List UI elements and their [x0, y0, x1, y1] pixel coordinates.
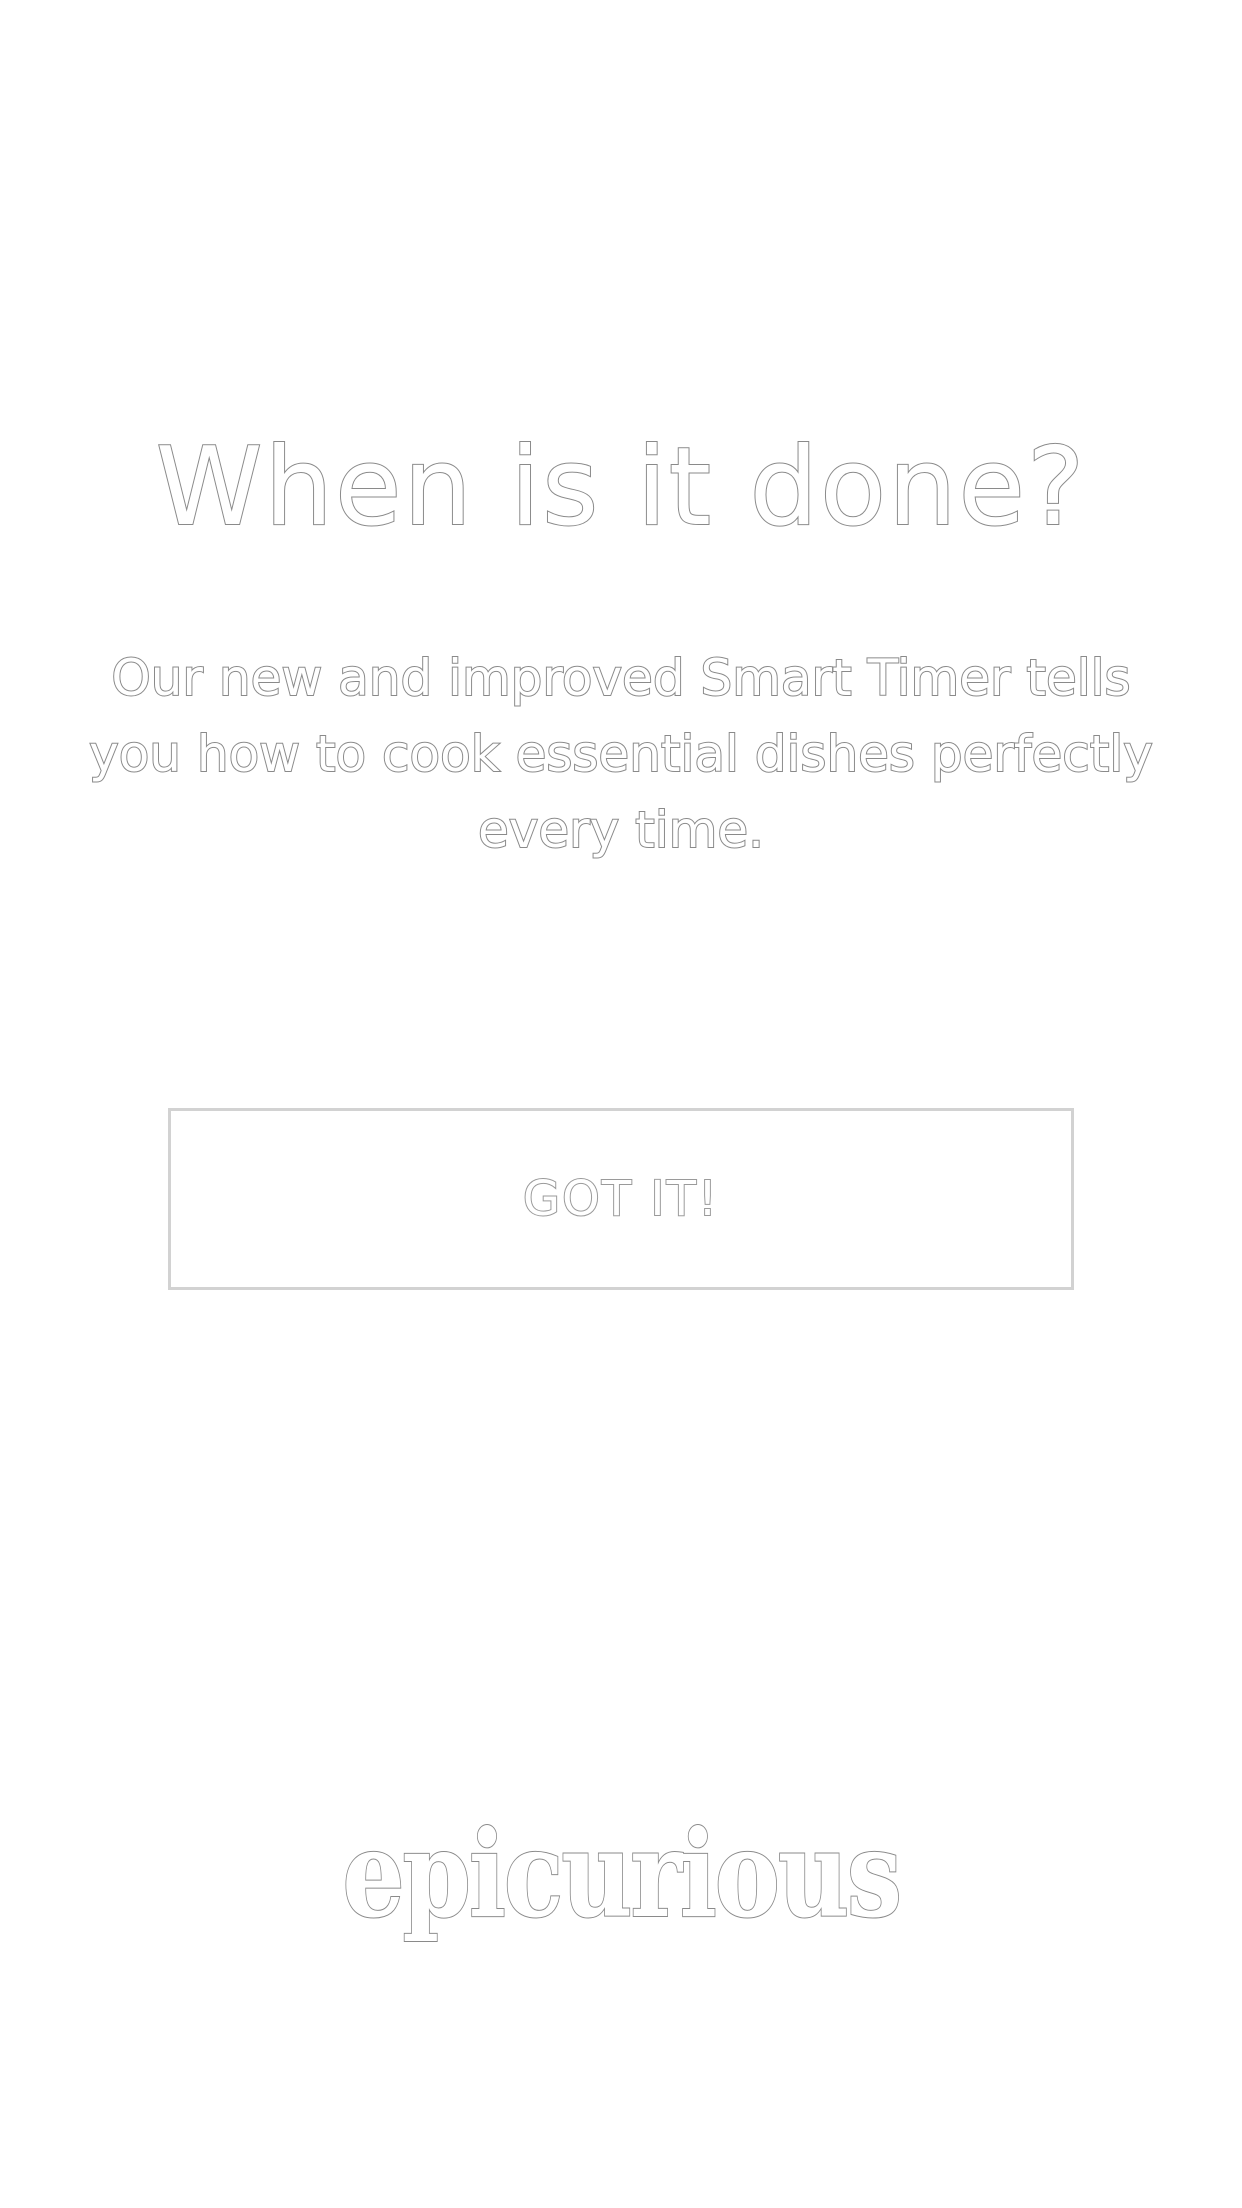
onboarding-screen: When is it done? Our new and improved Sm… — [0, 0, 1242, 2208]
got-it-button[interactable]: GOT IT! — [168, 1108, 1074, 1290]
onboarding-description: Our new and improved Smart Timer tells y… — [88, 648, 1154, 860]
got-it-button-label: GOT IT! — [522, 1170, 720, 1228]
onboarding-headline: When is it done? — [155, 424, 1087, 551]
epicurious-logo: epicurious — [341, 1803, 903, 1946]
